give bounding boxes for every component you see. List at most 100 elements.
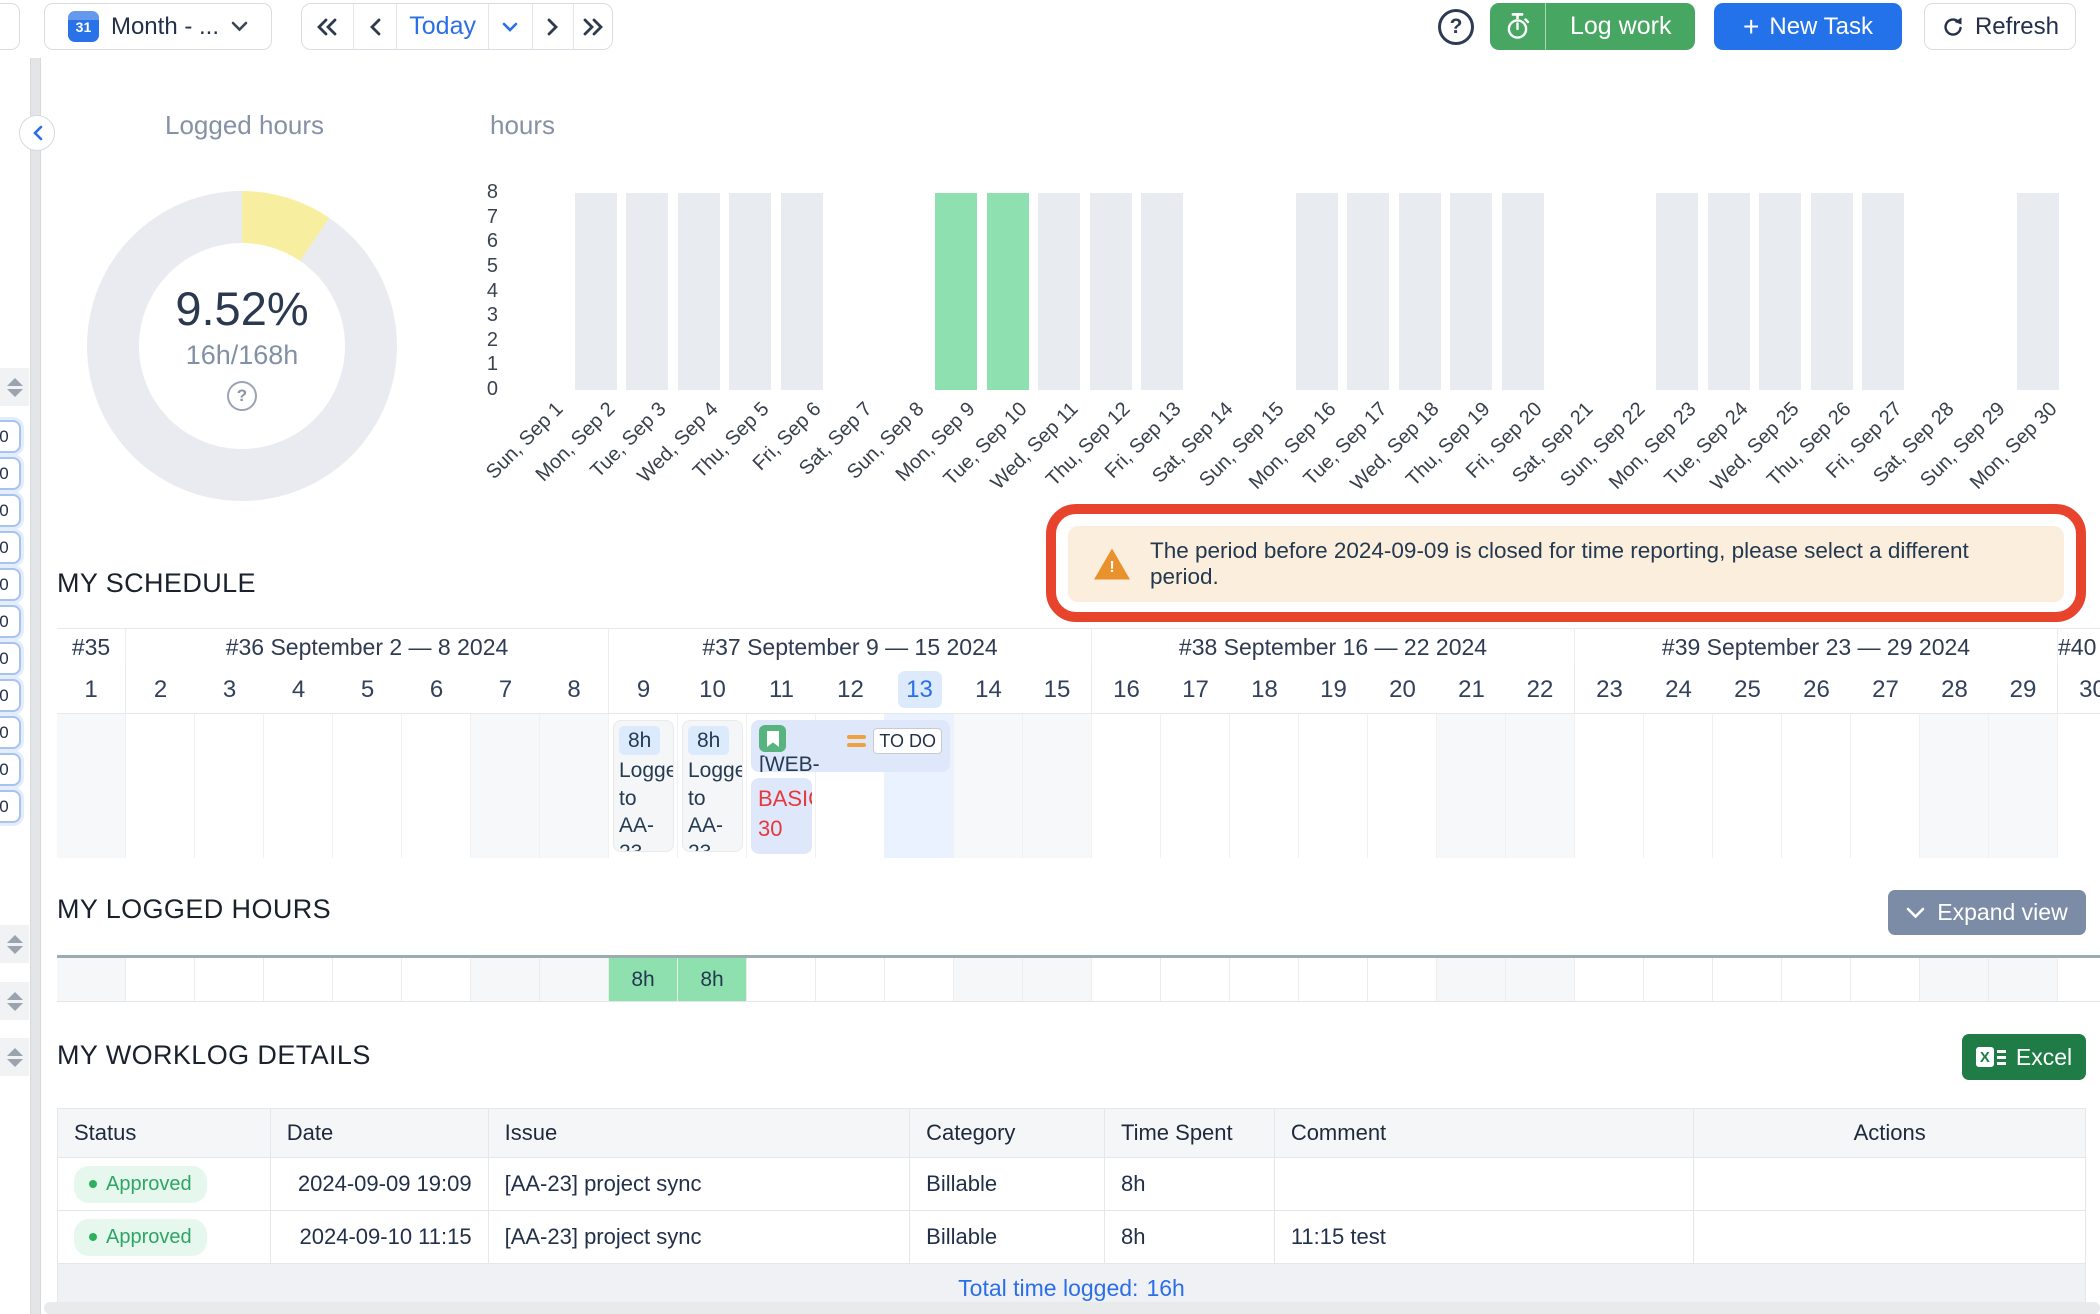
- row-count-badge[interactable]: 0: [0, 753, 21, 786]
- logged-work-card[interactable]: 8hLogged to AA-23: [682, 720, 743, 852]
- day-number-6[interactable]: 6: [402, 665, 471, 713]
- schedule-day-column-7[interactable]: [471, 714, 540, 858]
- day-number-2[interactable]: 2: [126, 665, 195, 713]
- nav-first-button[interactable]: [302, 4, 353, 49]
- day-number-9[interactable]: 9: [609, 665, 678, 713]
- logged-hours-cell[interactable]: [540, 958, 609, 1002]
- schedule-day-column-30[interactable]: [2058, 714, 2100, 858]
- day-number-1[interactable]: 1: [57, 665, 126, 713]
- schedule-day-column-26[interactable]: [1782, 714, 1851, 858]
- schedule-day-column-5[interactable]: [333, 714, 402, 858]
- logged-hours-cell[interactable]: [1230, 958, 1299, 1002]
- day-number-3[interactable]: 3: [195, 665, 264, 713]
- sort-handle-icon[interactable]: [0, 1038, 29, 1076]
- day-number-11[interactable]: 11: [747, 665, 816, 713]
- day-number-22[interactable]: 22: [1506, 665, 1575, 713]
- day-number-16[interactable]: 16: [1092, 665, 1161, 713]
- day-number-17[interactable]: 17: [1161, 665, 1230, 713]
- logged-hours-cell[interactable]: [1644, 958, 1713, 1002]
- logged-hours-cell[interactable]: [1920, 958, 1989, 1002]
- schedule-day-column-6[interactable]: [402, 714, 471, 858]
- logged-hours-cell[interactable]: [1161, 958, 1230, 1002]
- period-selector-dropdown[interactable]: 31 Month - ...: [44, 3, 272, 50]
- day-number-20[interactable]: 20: [1368, 665, 1437, 713]
- row-count-badge[interactable]: 0: [0, 642, 21, 675]
- logged-hours-cell[interactable]: [1506, 958, 1575, 1002]
- start-timer-button[interactable]: [1490, 3, 1546, 50]
- clipped-toolbar-button[interactable]: [0, 3, 20, 50]
- day-number-19[interactable]: 19: [1299, 665, 1368, 713]
- new-task-button[interactable]: + New Task: [1714, 3, 1902, 50]
- schedule-day-column-17[interactable]: [1161, 714, 1230, 858]
- day-number-14[interactable]: 14: [954, 665, 1023, 713]
- help-icon[interactable]: ?: [1438, 9, 1474, 45]
- logged-hours-cell[interactable]: [1368, 958, 1437, 1002]
- schedule-day-column-23[interactable]: [1575, 714, 1644, 858]
- expand-view-button[interactable]: Expand view: [1888, 890, 2086, 935]
- day-number-12[interactable]: 12: [816, 665, 885, 713]
- row-count-badge[interactable]: 0: [0, 605, 21, 638]
- schedule-day-column-14[interactable]: [954, 714, 1023, 858]
- logged-hours-cell-filled[interactable]: 8h: [609, 958, 678, 1002]
- schedule-day-column-22[interactable]: [1506, 714, 1575, 858]
- collapse-panel-button[interactable]: [19, 115, 55, 151]
- donut-help-icon[interactable]: ?: [227, 381, 257, 411]
- refresh-button[interactable]: Refresh: [1924, 3, 2076, 50]
- row-count-badge[interactable]: 0: [0, 457, 21, 490]
- sort-handle-icon[interactable]: [0, 925, 29, 963]
- nav-last-button[interactable]: [573, 4, 612, 49]
- logged-hours-cell[interactable]: [885, 958, 954, 1002]
- schedule-day-column-28[interactable]: [1920, 714, 1989, 858]
- export-excel-button[interactable]: X Excel: [1962, 1034, 2086, 1080]
- logged-hours-cell[interactable]: [816, 958, 885, 1002]
- logged-hours-cell[interactable]: [1023, 958, 1092, 1002]
- day-number-13[interactable]: 13: [885, 665, 954, 713]
- logged-work-card[interactable]: 8hLogged to AA-23: [613, 720, 674, 852]
- day-number-23[interactable]: 23: [1575, 665, 1644, 713]
- row-count-badge[interactable]: 0: [0, 716, 21, 749]
- day-number-5[interactable]: 5: [333, 665, 402, 713]
- logged-hours-cell[interactable]: [471, 958, 540, 1002]
- logged-hours-cell[interactable]: [402, 958, 471, 1002]
- day-number-30[interactable]: 30: [2058, 665, 2100, 713]
- nav-today-button[interactable]: Today: [396, 4, 488, 49]
- logged-hours-cell[interactable]: [1713, 958, 1782, 1002]
- schedule-day-column-18[interactable]: [1230, 714, 1299, 858]
- day-number-7[interactable]: 7: [471, 665, 540, 713]
- logged-hours-cell[interactable]: [1437, 958, 1506, 1002]
- logged-hours-cell[interactable]: [2058, 958, 2100, 1002]
- day-number-26[interactable]: 26: [1782, 665, 1851, 713]
- day-number-24[interactable]: 24: [1644, 665, 1713, 713]
- logged-hours-cell[interactable]: [1575, 958, 1644, 1002]
- schedule-day-column-4[interactable]: [264, 714, 333, 858]
- day-number-4[interactable]: 4: [264, 665, 333, 713]
- schedule-day-column-20[interactable]: [1368, 714, 1437, 858]
- schedule-day-column-19[interactable]: [1299, 714, 1368, 858]
- day-number-15[interactable]: 15: [1023, 665, 1092, 713]
- nav-next-button[interactable]: [532, 4, 574, 49]
- schedule-day-column-27[interactable]: [1851, 714, 1920, 858]
- task-card[interactable]: TO DO[WEB-45] sprint test: [751, 720, 950, 772]
- day-number-27[interactable]: 27: [1851, 665, 1920, 713]
- row-count-badge[interactable]: 0: [0, 568, 21, 601]
- schedule-day-column-21[interactable]: [1437, 714, 1506, 858]
- schedule-day-column-29[interactable]: [1989, 714, 2058, 858]
- day-number-28[interactable]: 28: [1920, 665, 1989, 713]
- logged-hours-cell[interactable]: [1782, 958, 1851, 1002]
- logged-hours-cell[interactable]: [126, 958, 195, 1002]
- log-work-button[interactable]: Log work: [1546, 3, 1695, 50]
- schedule-day-column-2[interactable]: [126, 714, 195, 858]
- logged-hours-cell[interactable]: [1299, 958, 1368, 1002]
- logged-hours-cell[interactable]: [264, 958, 333, 1002]
- day-number-25[interactable]: 25: [1713, 665, 1782, 713]
- nav-today-dropdown[interactable]: [488, 4, 532, 49]
- logged-hours-cell[interactable]: [195, 958, 264, 1002]
- day-number-10[interactable]: 10: [678, 665, 747, 713]
- logged-hours-cell[interactable]: [954, 958, 1023, 1002]
- logged-hours-cell[interactable]: [1989, 958, 2058, 1002]
- day-number-18[interactable]: 18: [1230, 665, 1299, 713]
- logged-hours-cell[interactable]: [1092, 958, 1161, 1002]
- row-count-badge[interactable]: 0: [0, 494, 21, 527]
- logged-hours-cell[interactable]: [1851, 958, 1920, 1002]
- day-number-29[interactable]: 29: [1989, 665, 2058, 713]
